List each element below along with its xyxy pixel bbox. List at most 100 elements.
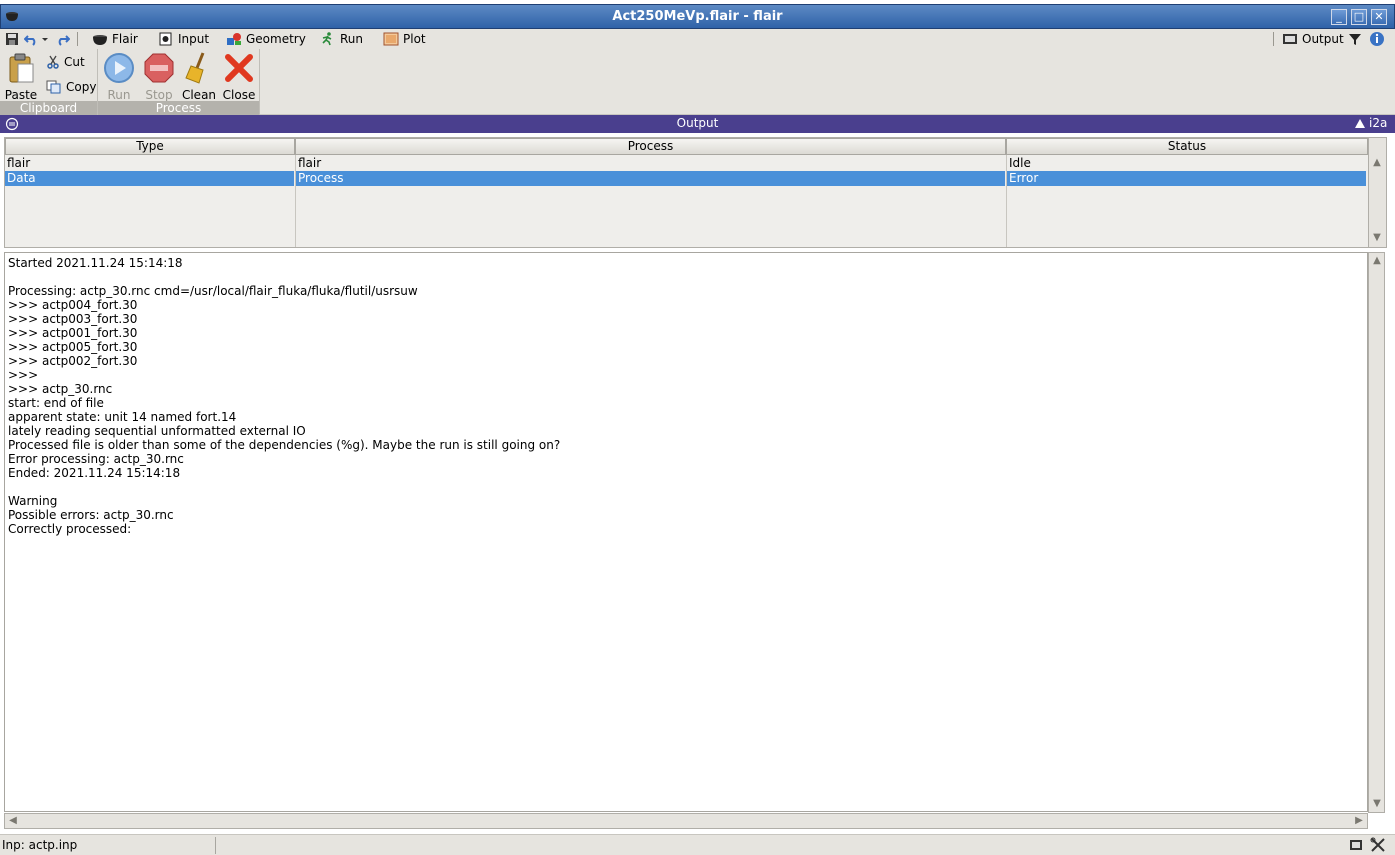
- copy-button[interactable]: Copy: [46, 78, 96, 96]
- scroll-down-arrow[interactable]: ▼: [1369, 796, 1385, 812]
- clipboard-icon: [9, 53, 34, 83]
- scroll-down-arrow[interactable]: ▼: [1369, 230, 1385, 246]
- menu-flair[interactable]: Flair: [92, 31, 138, 47]
- log-text: Started 2021.11.24 15:14:18 Processing: …: [8, 256, 560, 536]
- menu-input[interactable]: Input: [158, 31, 209, 47]
- scissors-icon: [47, 55, 59, 69]
- scroll-left-arrow[interactable]: ◀: [5, 813, 21, 829]
- window-title-bar[interactable]: Act250MeVp.flair - flair _ □ ✕: [0, 4, 1395, 29]
- paste-button[interactable]: Paste: [1, 51, 41, 102]
- log-line: >>> actp001_fort.30: [8, 326, 138, 340]
- log-line: Processed file is older than some of the…: [8, 438, 561, 452]
- window-title: Act250MeVp.flair - flair: [612, 9, 783, 24]
- menu-plot[interactable]: Plot: [383, 31, 426, 47]
- output-toggle-label: Output: [1302, 32, 1344, 46]
- filter-icon[interactable]: [1348, 32, 1362, 46]
- log-line: >>> actp004_fort.30: [8, 298, 138, 312]
- menu-run[interactable]: Run: [320, 31, 363, 47]
- tools-icon[interactable]: [1370, 837, 1386, 853]
- cell-type: Data: [5, 171, 294, 186]
- log-horizontal-scrollbar[interactable]: ◀ ▶: [4, 813, 1368, 829]
- close-button[interactable]: Close: [219, 51, 259, 102]
- plot-frame-icon: [383, 32, 399, 46]
- toolbar-separator: [1273, 32, 1274, 46]
- process-group-label: Process: [98, 101, 259, 115]
- menu-geometry[interactable]: Geometry: [226, 31, 306, 47]
- clipboard-group-label: Clipboard: [0, 101, 97, 115]
- copy-label: Copy: [66, 80, 97, 94]
- output-log[interactable]: Started 2021.11.24 15:14:18 Processing: …: [4, 252, 1368, 812]
- toolbar-separator: [77, 32, 78, 46]
- log-line: apparent state: unit 14 named fort.14: [8, 410, 237, 424]
- copy-icon: [46, 80, 61, 94]
- menu-label: Input: [178, 32, 210, 46]
- column-header-type[interactable]: Type: [5, 138, 295, 155]
- log-line: Processing: actp_30.rnc cmd=/usr/local/f…: [8, 284, 418, 298]
- broom-icon: [185, 52, 205, 84]
- stop-sign-icon: [144, 53, 174, 83]
- collapse-up-icon[interactable]: [1354, 118, 1366, 129]
- save-icon[interactable]: [5, 32, 19, 46]
- cell-process: Process: [296, 171, 1005, 186]
- close-window-button[interactable]: ✕: [1371, 9, 1387, 25]
- table-vertical-scrollbar[interactable]: ▲ ▼: [1368, 138, 1386, 247]
- cell-type: flair: [7, 156, 31, 170]
- log-line: lately reading sequential unformatted ex…: [8, 424, 306, 438]
- log-line: Possible errors: actp_30.rnc: [8, 508, 174, 522]
- table-header: Type Process Status: [5, 138, 1368, 155]
- help-icon[interactable]: [1369, 31, 1385, 47]
- input-card-icon: [159, 32, 172, 46]
- menu-label: Geometry: [246, 32, 306, 46]
- cauldron-icon: [93, 35, 107, 45]
- chevron-down-icon[interactable]: [40, 32, 50, 46]
- stop-label: Stop: [145, 88, 173, 102]
- ribbon: Paste Cut Copy Clipboard Run Stop Clean …: [0, 49, 1395, 115]
- menu-label: Plot: [403, 32, 426, 46]
- clean-button[interactable]: Clean: [179, 51, 219, 102]
- process-group: Run Stop Clean Close Process: [98, 49, 260, 115]
- log-line: >>>: [8, 368, 39, 382]
- scroll-up-arrow[interactable]: ▲: [1369, 253, 1385, 269]
- log-line: >>> actp002_fort.30: [8, 354, 138, 368]
- paste-label: Paste: [4, 88, 38, 102]
- cut-label: Cut: [64, 55, 85, 69]
- process-table: Type Process Status flair flair Idle Dat…: [4, 137, 1387, 248]
- cell-process: flair: [298, 156, 322, 170]
- clean-label: Clean: [181, 88, 217, 102]
- table-row[interactable]: Data Process Error: [5, 171, 1368, 186]
- play-icon: [104, 53, 134, 83]
- run-button[interactable]: Run: [99, 51, 139, 102]
- terminal-icon[interactable]: [1349, 838, 1363, 852]
- output-panel-title: Output: [676, 116, 719, 130]
- output-panel-corner-label: i2a: [1369, 116, 1388, 130]
- menu-label: Flair: [112, 32, 138, 46]
- log-vertical-scrollbar[interactable]: ▲ ▼: [1368, 252, 1385, 813]
- terminal-icon: [1283, 34, 1297, 44]
- close-x-icon: [225, 54, 253, 82]
- output-toggle-button[interactable]: Output: [1282, 31, 1344, 47]
- log-line: Started 2021.11.24 15:14:18: [8, 256, 183, 270]
- log-line: start: end of file: [8, 396, 104, 410]
- cell-status: Idle: [1009, 156, 1031, 170]
- log-line: >>> actp005_fort.30: [8, 340, 138, 354]
- runner-icon: [322, 32, 332, 46]
- redo-icon[interactable]: [56, 32, 70, 46]
- undo-icon[interactable]: [24, 32, 38, 46]
- table-row[interactable]: flair flair Idle: [5, 156, 1368, 171]
- maximize-button[interactable]: □: [1351, 9, 1367, 25]
- log-line: Correctly processed:: [8, 522, 132, 536]
- scroll-up-arrow[interactable]: ▲: [1369, 155, 1385, 171]
- output-panel-header: Output i2a: [0, 115, 1395, 133]
- cell-status: Error: [1007, 171, 1366, 186]
- column-header-status[interactable]: Status: [1006, 138, 1368, 155]
- minimize-button[interactable]: _: [1331, 9, 1347, 25]
- scroll-right-arrow[interactable]: ▶: [1351, 813, 1367, 829]
- log-line: >>> actp003_fort.30: [8, 312, 138, 326]
- cut-button[interactable]: Cut: [46, 53, 85, 71]
- log-line: Error processing: actp_30.rnc: [8, 452, 184, 466]
- input-file-status: Inp: actp.inp: [2, 837, 216, 854]
- stop-button[interactable]: Stop: [139, 51, 179, 102]
- column-header-process[interactable]: Process: [295, 138, 1006, 155]
